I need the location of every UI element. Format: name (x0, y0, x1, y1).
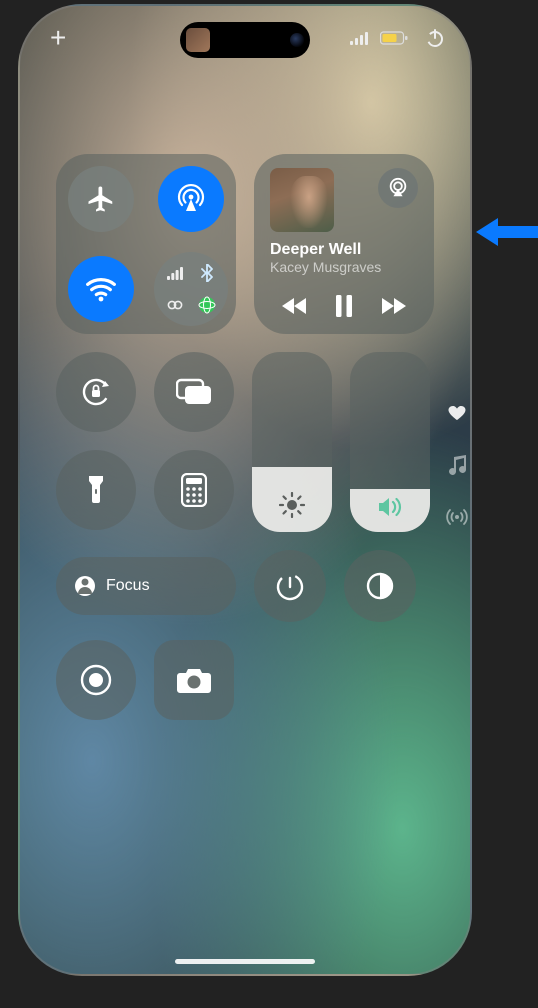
add-control-button[interactable]: + (50, 24, 66, 52)
airdrop-icon (175, 183, 207, 215)
airplay-icon (387, 177, 409, 199)
forward-icon (379, 296, 407, 316)
camera-button[interactable] (154, 640, 234, 720)
orientation-lock-icon (79, 375, 113, 409)
track-title: Deeper Well (270, 240, 418, 259)
wifi-toggle[interactable] (68, 256, 134, 322)
power-button[interactable] (424, 27, 446, 49)
orientation-lock-button[interactable] (56, 352, 136, 432)
now-playing-thumbnail-icon (186, 28, 210, 52)
track-artist: Kacey Musgraves (270, 259, 418, 276)
album-art (270, 168, 334, 232)
bluetooth-icon (192, 258, 222, 288)
screen-record-button[interactable] (56, 640, 136, 720)
focus-label: Focus (106, 577, 150, 595)
pause-icon (335, 295, 353, 317)
broadcast-page-icon[interactable] (446, 506, 468, 528)
home-indicator[interactable] (175, 959, 315, 964)
wifi-icon (85, 273, 117, 305)
camera-icon (176, 665, 212, 695)
dark-mode-icon (365, 571, 395, 601)
dynamic-island[interactable] (180, 22, 310, 58)
airplane-icon (86, 184, 116, 214)
calculator-button[interactable] (154, 450, 234, 530)
screen-mirroring-button[interactable] (154, 352, 234, 432)
now-playing-card[interactable]: Deeper Well Kacey Musgraves (254, 154, 434, 334)
dark-mode-button[interactable] (344, 550, 416, 622)
cellular-cluster-button[interactable] (154, 252, 228, 326)
backward-icon (281, 296, 309, 316)
timer-icon (274, 570, 306, 602)
play-pause-button[interactable] (326, 288, 362, 324)
airplane-mode-toggle[interactable] (68, 166, 134, 232)
cellular-bars-icon (160, 258, 190, 288)
front-camera-icon (290, 33, 304, 47)
annotation-arrow (476, 212, 538, 252)
battery-icon (380, 31, 408, 45)
volume-slider[interactable] (350, 352, 430, 532)
flashlight-icon (86, 473, 106, 507)
vpn-icon (192, 290, 222, 320)
connectivity-card[interactable] (56, 154, 236, 334)
music-page-icon[interactable] (446, 454, 468, 476)
screen-mirroring-icon (176, 377, 212, 407)
airplay-button[interactable] (378, 168, 418, 208)
page-rail (446, 402, 468, 528)
hotspot-icon (160, 290, 190, 320)
previous-track-button[interactable] (277, 288, 313, 324)
focus-icon (74, 575, 96, 597)
volume-icon (377, 496, 403, 518)
flashlight-button[interactable] (56, 450, 136, 530)
airdrop-toggle[interactable] (158, 166, 224, 232)
cellular-signal-icon (350, 31, 370, 45)
calculator-icon (181, 473, 207, 507)
brightness-icon (279, 492, 305, 518)
timer-button[interactable] (254, 550, 326, 622)
next-track-button[interactable] (375, 288, 411, 324)
focus-button[interactable]: Focus (56, 557, 236, 615)
favorites-page-icon[interactable] (446, 402, 468, 424)
record-icon (79, 663, 113, 697)
brightness-slider[interactable] (252, 352, 332, 532)
iphone-frame: + (18, 4, 472, 976)
